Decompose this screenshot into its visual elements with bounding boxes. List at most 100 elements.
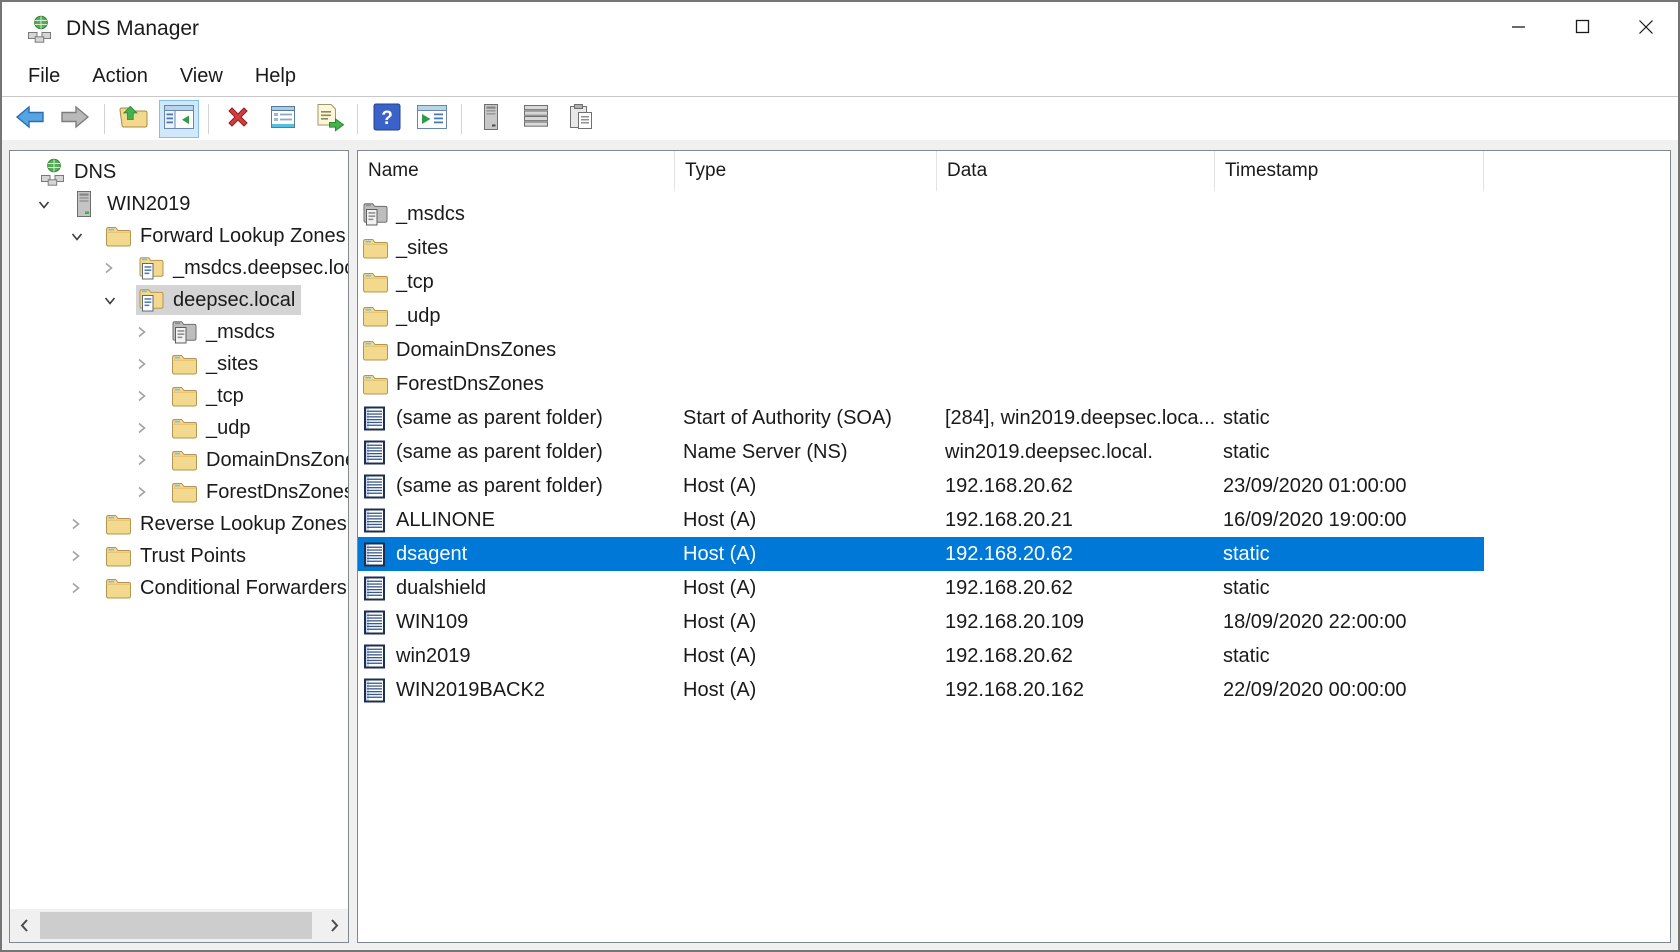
column-header-type[interactable]: Type bbox=[675, 151, 937, 191]
record-icon bbox=[362, 473, 389, 500]
chevron-right-icon[interactable] bbox=[70, 549, 103, 563]
tree-horizontal-scrollbar[interactable] bbox=[10, 909, 348, 942]
back-button[interactable] bbox=[10, 100, 50, 138]
toolbar-separator bbox=[104, 104, 105, 134]
list-row-sites[interactable]: _sites bbox=[358, 231, 1484, 265]
list-row-win109[interactable]: WIN109 Host (A) 192.168.20.109 18/09/202… bbox=[358, 605, 1484, 639]
tree-item-forestdnszones[interactable]: ForestDnsZones bbox=[10, 476, 348, 508]
close-button[interactable] bbox=[1614, 2, 1678, 56]
chevron-right-icon[interactable] bbox=[136, 453, 169, 467]
menu-view[interactable]: View bbox=[164, 65, 239, 88]
tree-item-domaindnszones[interactable]: DomainDnsZones bbox=[10, 444, 348, 476]
record-icon bbox=[362, 541, 389, 568]
help-button[interactable]: ? bbox=[367, 100, 407, 138]
folder-icon bbox=[362, 372, 389, 396]
show-console-tree-button[interactable] bbox=[159, 100, 199, 138]
tree-item-win2019[interactable]: WIN2019 bbox=[10, 188, 348, 220]
help-icon: ? bbox=[373, 103, 401, 136]
chevron-right-icon[interactable] bbox=[136, 325, 169, 339]
chevron-down-icon[interactable] bbox=[37, 199, 70, 210]
folder-icon bbox=[362, 304, 389, 328]
minimize-icon bbox=[1511, 19, 1526, 39]
chevron-right-icon[interactable] bbox=[70, 581, 103, 595]
tree-item-dns[interactable]: DNS bbox=[10, 156, 348, 188]
copy-list-icon bbox=[566, 102, 596, 137]
maximize-icon bbox=[1575, 19, 1590, 39]
list-row-msdcs[interactable]: _msdcs bbox=[358, 197, 1484, 231]
title-bar: DNS Manager bbox=[2, 2, 1678, 56]
tree-item-forward-lookup-zones[interactable]: Forward Lookup Zones bbox=[10, 220, 348, 252]
chevron-down-icon[interactable] bbox=[70, 231, 103, 242]
folder-icon bbox=[105, 576, 133, 600]
chevron-right-icon[interactable] bbox=[70, 517, 103, 531]
delete-button[interactable] bbox=[218, 100, 258, 138]
dns-manager-window: DNS Manager FileActionViewHelp ? DNS WIN… bbox=[0, 0, 1680, 952]
list-row-dualshield[interactable]: dualshield Host (A) 192.168.20.62 static bbox=[358, 571, 1484, 605]
tree-item-tcp[interactable]: _tcp bbox=[10, 380, 348, 412]
chevron-right-icon[interactable] bbox=[136, 357, 169, 371]
tree-item-udp[interactable]: _udp bbox=[10, 412, 348, 444]
chevron-right-icon[interactable] bbox=[136, 485, 169, 499]
scroll-right-arrow-icon[interactable] bbox=[322, 909, 346, 942]
export-list-button[interactable] bbox=[308, 100, 348, 138]
forward-icon bbox=[59, 102, 91, 137]
tree-item-msdcs[interactable]: _msdcs bbox=[10, 316, 348, 348]
show-console-tree-icon bbox=[163, 103, 195, 136]
tree-item-msdcs-deepsec-local[interactable]: _msdcs.deepsec.local bbox=[10, 252, 348, 284]
list-row-udp[interactable]: _udp bbox=[358, 299, 1484, 333]
zone-icon bbox=[138, 287, 166, 313]
export-list-icon bbox=[312, 102, 345, 137]
list-row-same-as-parent-folder[interactable]: (same as parent folder) Name Server (NS)… bbox=[358, 435, 1484, 469]
list-row-tcp[interactable]: _tcp bbox=[358, 265, 1484, 299]
forward-button[interactable] bbox=[55, 100, 95, 138]
up-one-level-button[interactable] bbox=[114, 100, 154, 138]
column-header-data[interactable]: Data bbox=[937, 151, 1215, 191]
list-row-win2019back2[interactable]: WIN2019BACK2 Host (A) 192.168.20.162 22/… bbox=[358, 673, 1484, 707]
list-row-allinone[interactable]: ALLINONE Host (A) 192.168.20.21 16/09/20… bbox=[358, 503, 1484, 537]
tree-item-trust-points[interactable]: Trust Points bbox=[10, 540, 348, 572]
column-header-timestamp[interactable]: Timestamp bbox=[1215, 151, 1484, 191]
folder-icon bbox=[171, 480, 199, 504]
new-window-button[interactable] bbox=[412, 100, 452, 138]
tree-item-conditional-forwarders[interactable]: Conditional Forwarders bbox=[10, 572, 348, 604]
minimize-button[interactable] bbox=[1486, 2, 1550, 56]
tree-item-sites[interactable]: _sites bbox=[10, 348, 348, 380]
record-icon bbox=[362, 507, 389, 534]
back-icon bbox=[14, 102, 46, 137]
list-row-domaindnszones[interactable]: DomainDnsZones bbox=[358, 333, 1484, 367]
scrollbar-thumb[interactable] bbox=[40, 912, 312, 939]
list-header: NameTypeDataTimestamp bbox=[358, 151, 1670, 191]
chevron-right-icon[interactable] bbox=[136, 421, 169, 435]
record-list-button[interactable] bbox=[516, 100, 556, 138]
record-icon bbox=[362, 575, 389, 602]
folder-icon bbox=[171, 448, 199, 472]
menu-action[interactable]: Action bbox=[76, 65, 164, 88]
chevron-right-icon[interactable] bbox=[136, 389, 169, 403]
scroll-left-arrow-icon[interactable] bbox=[12, 909, 36, 942]
folder-icon bbox=[171, 384, 199, 408]
menu-file[interactable]: File bbox=[12, 65, 76, 88]
list-row-same-as-parent-folder[interactable]: (same as parent folder) Host (A) 192.168… bbox=[358, 469, 1484, 503]
list-row-dsagent[interactable]: dsagent Host (A) 192.168.20.62 static bbox=[358, 537, 1484, 571]
copy-list-button[interactable] bbox=[561, 100, 601, 138]
toolbar: ? bbox=[2, 96, 1678, 142]
chevron-down-icon[interactable] bbox=[103, 295, 136, 306]
list-row-win2019[interactable]: win2019 Host (A) 192.168.20.62 static bbox=[358, 639, 1484, 673]
tree-item-reverse-lookup-zones[interactable]: Reverse Lookup Zones bbox=[10, 508, 348, 540]
list-row-same-as-parent-folder[interactable]: (same as parent folder) Start of Authori… bbox=[358, 401, 1484, 435]
server-button[interactable] bbox=[471, 100, 511, 138]
tree-item-deepsec-local[interactable]: deepsec.local bbox=[10, 284, 348, 316]
folder-icon bbox=[171, 352, 199, 376]
menu-help[interactable]: Help bbox=[239, 65, 312, 88]
dns-app-icon bbox=[26, 15, 54, 43]
console-tree-pane: DNS WIN2019 Forward Lookup Zones _msdcs.… bbox=[9, 150, 349, 943]
chevron-right-icon[interactable] bbox=[103, 261, 136, 275]
zone-gray-icon bbox=[362, 201, 389, 227]
properties-button[interactable] bbox=[263, 100, 303, 138]
maximize-button[interactable] bbox=[1550, 2, 1614, 56]
list-row-forestdnszones[interactable]: ForestDnsZones bbox=[358, 367, 1484, 401]
folder-icon bbox=[105, 224, 133, 248]
record-icon bbox=[362, 677, 389, 704]
record-icon bbox=[362, 643, 389, 670]
column-header-name[interactable]: Name bbox=[358, 151, 675, 191]
